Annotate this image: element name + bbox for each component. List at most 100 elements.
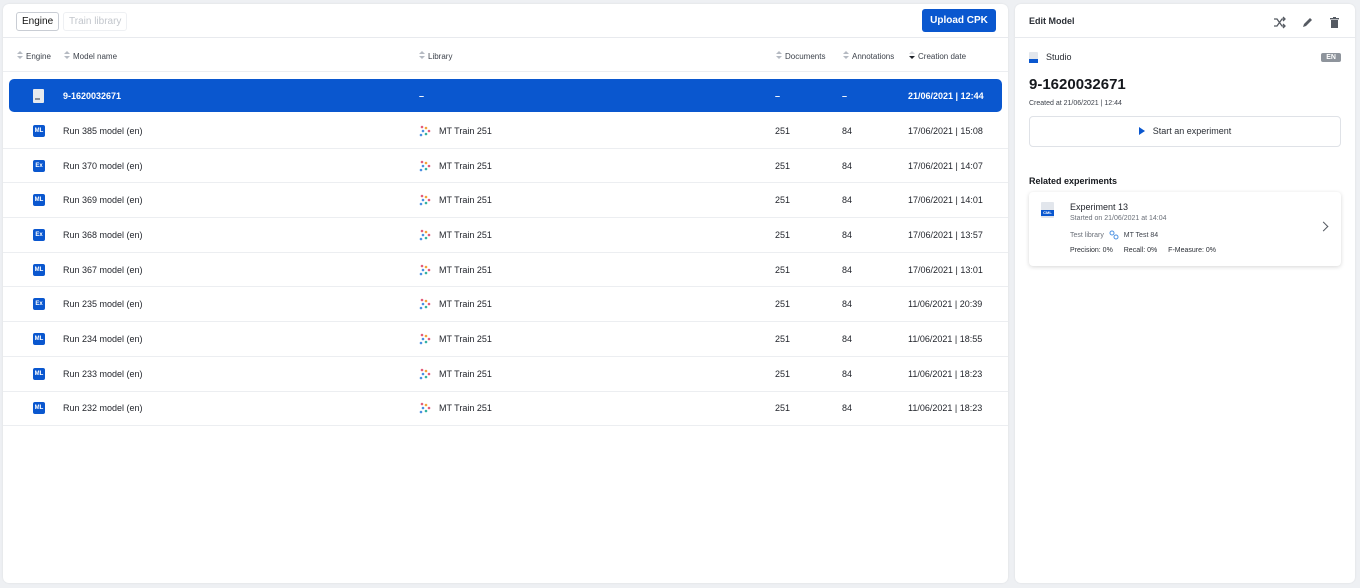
model-name: Run 368 model (en): [63, 229, 143, 240]
library-cell: MT Train 251: [418, 160, 492, 172]
ml-engine-icon: ML: [33, 263, 45, 276]
library-cell: MT Train 251: [418, 402, 492, 414]
model-name: Run 367 model (en): [63, 264, 143, 275]
documents-count: 251: [775, 195, 791, 206]
table-row[interactable]: ML Run 369 model (en) MT Train 251 251 8…: [3, 183, 1008, 219]
sort-icon: [63, 51, 70, 60]
trash-icon[interactable]: [1328, 16, 1341, 29]
edit-model-panel: Edit Model Studio EN 9-1620032671 Create…: [1015, 4, 1355, 583]
documents-count: 251: [775, 368, 791, 379]
library-icon: [419, 194, 431, 206]
documents-count: 251: [775, 264, 791, 275]
table-row[interactable]: Ex Run 370 model (en) MT Train 251 251 8…: [3, 149, 1008, 184]
column-header-annotations[interactable]: Annotations: [842, 51, 894, 61]
related-experiments-title: Related experiments: [1029, 176, 1118, 186]
model-name: Run 233 model (en): [63, 368, 143, 379]
shuffle-icon[interactable]: [1273, 16, 1287, 29]
chevron-right-icon[interactable]: [1318, 221, 1329, 232]
studio-icon: [1029, 52, 1038, 64]
annotations-count: 84: [842, 195, 853, 206]
sort-icon: [775, 51, 782, 60]
fmeasure-value: F-Measure: 0%: [1168, 247, 1217, 254]
panel-header: Edit Model: [1015, 4, 1355, 38]
creation-date: 17/06/2021 | 15:08: [908, 125, 983, 136]
table-row[interactable]: ML Run 232 model (en) MT Train 251 251 8…: [3, 392, 1008, 427]
creation-date: 21/06/2021 | 12:44: [908, 90, 984, 101]
table-row[interactable]: Ex Run 368 model (en) MT Train 251 251 8…: [3, 218, 1008, 253]
model-name: Run 234 model (en): [63, 333, 143, 344]
library-icon: [419, 264, 431, 275]
library-cell: MT Train 251: [418, 125, 492, 137]
table-row[interactable]: ML Run 234 model (en) MT Train 251 251 8…: [3, 322, 1008, 357]
table-row[interactable]: ML Run 233 model (en) MT Train 251 251 8…: [3, 357, 1008, 392]
table-row[interactable]: 9-1620032671 – – – 21/06/2021 | 12:44: [9, 79, 1002, 112]
library-icon: [419, 125, 431, 137]
model-title: 9-1620032671: [1029, 76, 1126, 93]
documents-count: 251: [775, 229, 791, 240]
table-body: 9-1620032671 – – – 21/06/2021 | 12:44 ML…: [3, 79, 1008, 427]
model-name: Run 235 model (en): [63, 299, 143, 310]
library-cell: MT Train 251: [418, 194, 492, 206]
experiment-card[interactable]: CML Experiment 13 Started on 21/06/2021 …: [1029, 192, 1341, 266]
ml-engine-icon: ML: [33, 367, 45, 380]
documents-count: –: [775, 90, 781, 101]
column-header-library[interactable]: Library: [418, 51, 452, 61]
engine-label: Studio: [1029, 52, 1072, 64]
upload-cpk-button[interactable]: Upload CPK: [922, 9, 996, 32]
recall-value: Recall: 0%: [1123, 247, 1158, 254]
experiment-library: Test library MT Test 84: [1070, 230, 1159, 240]
model-name: Run 369 model (en): [63, 195, 143, 206]
library-icon: [419, 229, 431, 241]
column-header-engine[interactable]: Engine: [16, 51, 51, 61]
file-icon: [33, 88, 44, 103]
play-icon: [1138, 126, 1145, 135]
experiment-metrics: Precision: 0% Recall: 0% F-Measure: 0%: [1070, 247, 1225, 254]
cml-file-icon: CML: [1041, 202, 1054, 218]
model-name: Run 370 model (en): [63, 160, 143, 171]
creation-date: 17/06/2021 | 14:07: [908, 160, 983, 171]
column-header-documents[interactable]: Documents: [775, 51, 825, 61]
library-name: –: [419, 90, 425, 101]
table-header: Engine Model name Library Documents Anno…: [3, 38, 1008, 72]
pencil-icon[interactable]: [1301, 16, 1314, 29]
table-row[interactable]: ML Run 367 model (en) MT Train 251 251 8…: [3, 253, 1008, 288]
model-name: 9-1620032671: [63, 90, 122, 101]
sort-icon: [842, 51, 849, 60]
ml-engine-icon: ML: [33, 332, 45, 345]
library-cell: MT Train 251: [418, 264, 492, 276]
annotations-count: 84: [842, 125, 853, 136]
library-icon: [419, 160, 431, 171]
library-cell: MT Train 251: [418, 229, 492, 241]
library-cell: MT Train 251: [418, 298, 492, 310]
annotations-count: 84: [842, 403, 853, 414]
start-experiment-button[interactable]: Start an experiment: [1029, 116, 1341, 147]
precision-value: Precision: 0%: [1070, 247, 1113, 254]
creation-date: 11/06/2021 | 18:55: [908, 333, 983, 344]
tab-train-library[interactable]: Train library: [63, 12, 128, 31]
creation-date: 11/06/2021 | 18:23: [908, 368, 983, 379]
sort-icon: [16, 51, 23, 60]
column-header-creation-date[interactable]: Creation date: [908, 51, 966, 61]
model-name: Run 232 model (en): [63, 403, 143, 414]
library-icon: [419, 403, 431, 414]
experiment-name: Experiment 13: [1070, 202, 1129, 212]
table-row[interactable]: Ex Run 235 model (en) MT Train 251 251 8…: [3, 287, 1008, 323]
column-header-model-name[interactable]: Model name: [63, 51, 117, 61]
ex-engine-icon: Ex: [33, 228, 45, 241]
tab-engine[interactable]: Engine: [16, 12, 60, 31]
language-badge: EN: [1321, 53, 1341, 62]
annotations-count: 84: [842, 229, 853, 240]
annotations-count: 84: [842, 333, 853, 344]
sort-icon: [418, 51, 425, 60]
creation-date: 17/06/2021 | 14:01: [908, 195, 983, 206]
annotations-count: 84: [842, 299, 853, 310]
table-row[interactable]: ML Run 385 model (en) MT Train 251 251 8…: [3, 114, 1008, 149]
documents-count: 251: [775, 403, 791, 414]
toolbar: Engine Train library Upload CPK: [3, 4, 1008, 38]
creation-date: 17/06/2021 | 13:01: [908, 264, 983, 275]
library-icon: [419, 368, 431, 379]
creation-date: 11/06/2021 | 18:23: [908, 403, 983, 414]
documents-count: 251: [775, 333, 791, 344]
ml-engine-icon: ML: [33, 194, 45, 207]
panel-actions: [1263, 14, 1341, 32]
